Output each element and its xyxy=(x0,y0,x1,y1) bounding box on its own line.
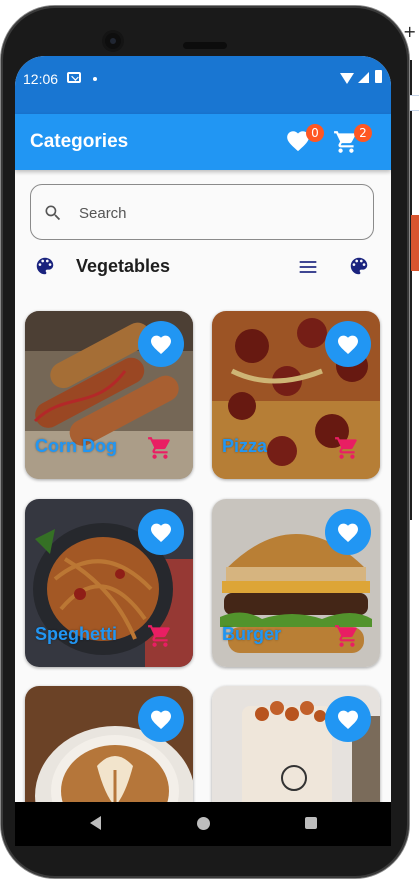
heart-icon xyxy=(151,523,171,542)
signal-icon xyxy=(358,72,369,83)
category-title: Vegetables xyxy=(76,256,171,276)
food-name: Speghetti xyxy=(35,624,118,644)
add-to-cart-icon[interactable] xyxy=(334,435,360,461)
notification-dot-icon xyxy=(93,77,97,81)
food-name: Corn Dog xyxy=(35,436,117,456)
favorite-toggle[interactable] xyxy=(138,509,184,555)
add-to-cart-icon[interactable] xyxy=(147,435,173,461)
recents-icon[interactable] xyxy=(305,817,317,829)
page-title: Categories xyxy=(30,131,129,152)
search-input[interactable] xyxy=(77,197,351,229)
add-to-cart-icon[interactable] xyxy=(147,623,173,649)
category-header: Vegetables xyxy=(15,252,391,282)
heart-icon xyxy=(338,335,358,354)
heart-icon xyxy=(338,523,358,542)
desktop-divider xyxy=(410,60,412,520)
home-icon[interactable] xyxy=(197,817,210,830)
heart-icon xyxy=(338,710,358,729)
heart-icon xyxy=(151,710,171,729)
front-camera xyxy=(105,33,121,49)
favorite-toggle[interactable] xyxy=(138,696,184,742)
cart-button[interactable]: 2 xyxy=(333,124,372,156)
battery-icon xyxy=(375,70,382,83)
status-time: 12:06 xyxy=(23,71,59,87)
food-card-corn-dog[interactable]: Corn Dog xyxy=(25,311,193,479)
palette-icon[interactable] xyxy=(348,255,370,277)
desktop-accent-fragment xyxy=(411,215,419,271)
app-bar: Categories 0 2 xyxy=(15,114,391,170)
search-bar[interactable] xyxy=(30,184,374,240)
food-card-burger[interactable]: Burger xyxy=(212,499,380,667)
food-card-speghetti[interactable]: Speghetti xyxy=(25,499,193,667)
status-bar: 12:06 xyxy=(15,56,391,114)
plus-icon[interactable]: + xyxy=(403,22,416,41)
favorite-toggle[interactable] xyxy=(138,321,184,367)
cart-count-badge: 2 xyxy=(354,124,372,142)
favorites-button[interactable]: 0 xyxy=(285,124,324,156)
menu-icon[interactable] xyxy=(297,257,319,277)
mail-icon xyxy=(67,72,81,83)
search-icon xyxy=(45,205,61,221)
favorite-toggle[interactable] xyxy=(325,321,371,367)
favorite-toggle[interactable] xyxy=(325,696,371,742)
earpiece-speaker xyxy=(183,42,227,49)
favorites-count-badge: 0 xyxy=(306,124,324,142)
add-to-cart-icon[interactable] xyxy=(334,623,360,649)
food-card-pizza[interactable]: Pizza xyxy=(212,311,380,479)
app-screen: 12:06 Categories 0 2 Vegeta xyxy=(15,56,391,846)
system-nav-bar xyxy=(15,802,391,846)
back-icon[interactable] xyxy=(90,816,101,830)
palette-icon[interactable] xyxy=(34,255,56,277)
food-name: Pizza xyxy=(222,436,268,456)
heart-icon xyxy=(151,335,171,354)
wifi-icon xyxy=(340,73,354,84)
food-name: Burger xyxy=(222,624,282,644)
favorite-toggle[interactable] xyxy=(325,509,371,555)
